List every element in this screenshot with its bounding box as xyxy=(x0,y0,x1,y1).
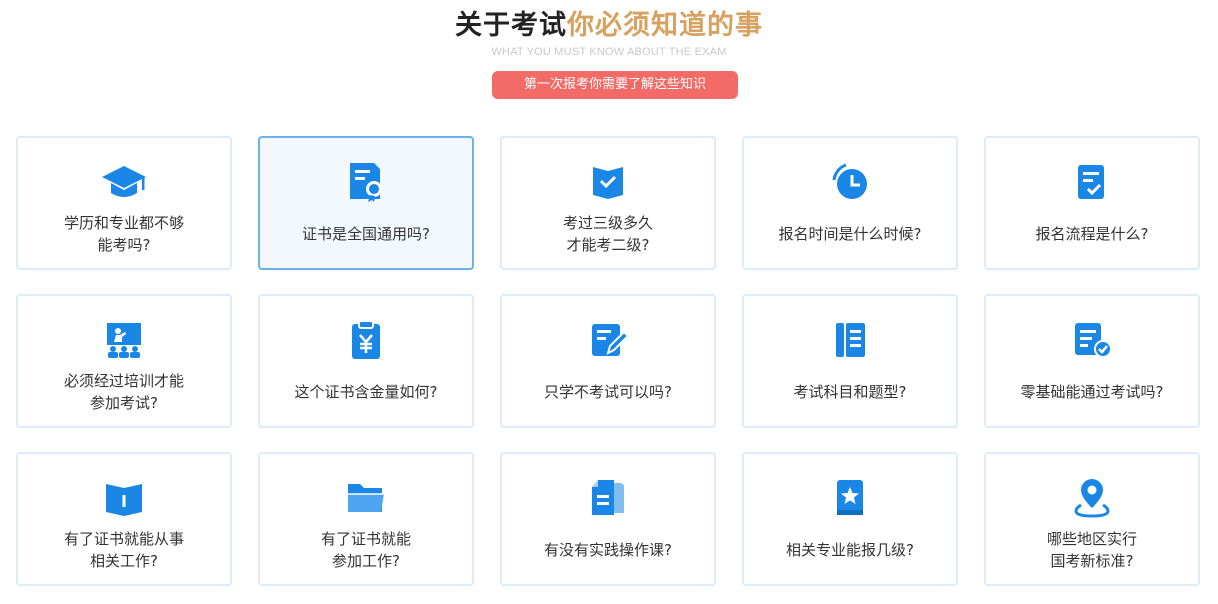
faq-card[interactable]: 这个证书含金量如何? xyxy=(258,294,474,428)
open-book-icon xyxy=(18,478,230,518)
faq-card-label: 报名流程是什么? xyxy=(1035,225,1149,243)
faq-card-label: 零基础能通过考试吗? xyxy=(1020,383,1164,401)
faq-card-label: 考试科目和题型? xyxy=(793,383,907,401)
faq-card-label: 考过三级多久 才能考二级? xyxy=(562,214,653,254)
faq-card-label-wrap: 零基础能通过考试吗? xyxy=(996,368,1188,416)
faq-card[interactable]: 有了证书就能 参加工作? xyxy=(258,452,474,586)
clock-icon xyxy=(744,162,956,202)
faq-card-label: 相关专业能报几级? xyxy=(786,541,914,559)
faq-card-label: 有了证书就能 参加工作? xyxy=(320,530,411,570)
faq-card-label: 报名时间是什么时候? xyxy=(778,225,922,243)
faq-card[interactable]: 报名时间是什么时候? xyxy=(742,136,958,270)
faq-card-label-wrap: 只学不考试可以吗? xyxy=(512,368,704,416)
faq-card-label-wrap: 报名流程是什么? xyxy=(996,210,1188,258)
faq-card-label-wrap: 报名时间是什么时候? xyxy=(754,210,946,258)
checklist-icon xyxy=(986,162,1198,202)
faq-card-label-wrap: 哪些地区实行 国考新标准? xyxy=(996,526,1188,574)
location-pin-icon xyxy=(986,478,1198,518)
faq-card-label-wrap: 必须经过培训才能 参加考试? xyxy=(28,368,220,416)
faq-card-label-wrap: 这个证书含金量如何? xyxy=(270,368,462,416)
faq-card-label-wrap: 有没有实践操作课? xyxy=(512,526,704,574)
documents-icon xyxy=(502,478,714,518)
faq-card-label: 必须经过培训才能 参加考试? xyxy=(63,372,184,412)
faq-card-label-wrap: 相关专业能报几级? xyxy=(754,526,946,574)
faq-card-label-wrap: 有了证书就能从事 相关工作? xyxy=(28,526,220,574)
title-gold-part: 你必须知道的事 xyxy=(567,10,763,41)
faq-card-label: 有没有实践操作课? xyxy=(544,541,672,559)
faq-card-label: 有了证书就能从事 相关工作? xyxy=(63,530,184,570)
classroom-icon xyxy=(18,320,230,360)
faq-card[interactable]: 只学不考试可以吗? xyxy=(500,294,716,428)
document-check-icon xyxy=(986,320,1198,360)
edit-document-icon xyxy=(502,320,714,360)
first-time-banner: 第一次报考你需要了解这些知识 xyxy=(492,71,738,99)
folder-icon xyxy=(260,478,472,518)
faq-card[interactable]: 证书是全国通用吗? xyxy=(258,136,474,270)
graduation-cap-icon xyxy=(18,162,230,202)
page-title: 关于考试你必须知道的事 xyxy=(0,8,1218,44)
faq-card-label-wrap: 证书是全国通用吗? xyxy=(270,210,462,258)
faq-card-label: 哪些地区实行 国考新标准? xyxy=(1046,530,1137,570)
certificate-icon xyxy=(260,162,472,202)
faq-card-label: 学历和专业都不够 能考吗? xyxy=(63,214,184,254)
faq-card[interactable]: 考试科目和题型? xyxy=(742,294,958,428)
faq-card[interactable]: 学历和专业都不够 能考吗? xyxy=(16,136,232,270)
star-book-icon xyxy=(744,478,956,518)
clipboard-yen-icon xyxy=(260,320,472,360)
notebook-icon xyxy=(744,320,956,360)
faq-card[interactable]: 考过三级多久 才能考二级? xyxy=(500,136,716,270)
faq-card-label-wrap: 有了证书就能 参加工作? xyxy=(270,526,462,574)
faq-card[interactable]: 有了证书就能从事 相关工作? xyxy=(16,452,232,586)
faq-card[interactable]: 报名流程是什么? xyxy=(984,136,1200,270)
page-subtitle: WHAT YOU MUST KNOW ABOUT THE EXAM xyxy=(491,46,727,58)
book-check-icon xyxy=(502,162,714,202)
faq-card-label-wrap: 考过三级多久 才能考二级? xyxy=(512,210,704,258)
faq-card-label: 只学不考试可以吗? xyxy=(544,383,672,401)
title-dark-part: 关于考试 xyxy=(455,10,567,41)
faq-card[interactable]: 零基础能通过考试吗? xyxy=(984,294,1200,428)
faq-card[interactable]: 有没有实践操作课? xyxy=(500,452,716,586)
faq-card[interactable]: 相关专业能报几级? xyxy=(742,452,958,586)
faq-card-label-wrap: 学历和专业都不够 能考吗? xyxy=(28,210,220,258)
faq-card[interactable]: 必须经过培训才能 参加考试? xyxy=(16,294,232,428)
faq-card-label-wrap: 考试科目和题型? xyxy=(754,368,946,416)
faq-card-label: 这个证书含金量如何? xyxy=(294,383,438,401)
faq-card-label: 证书是全国通用吗? xyxy=(302,225,430,243)
faq-card[interactable]: 哪些地区实行 国考新标准? xyxy=(984,452,1200,586)
